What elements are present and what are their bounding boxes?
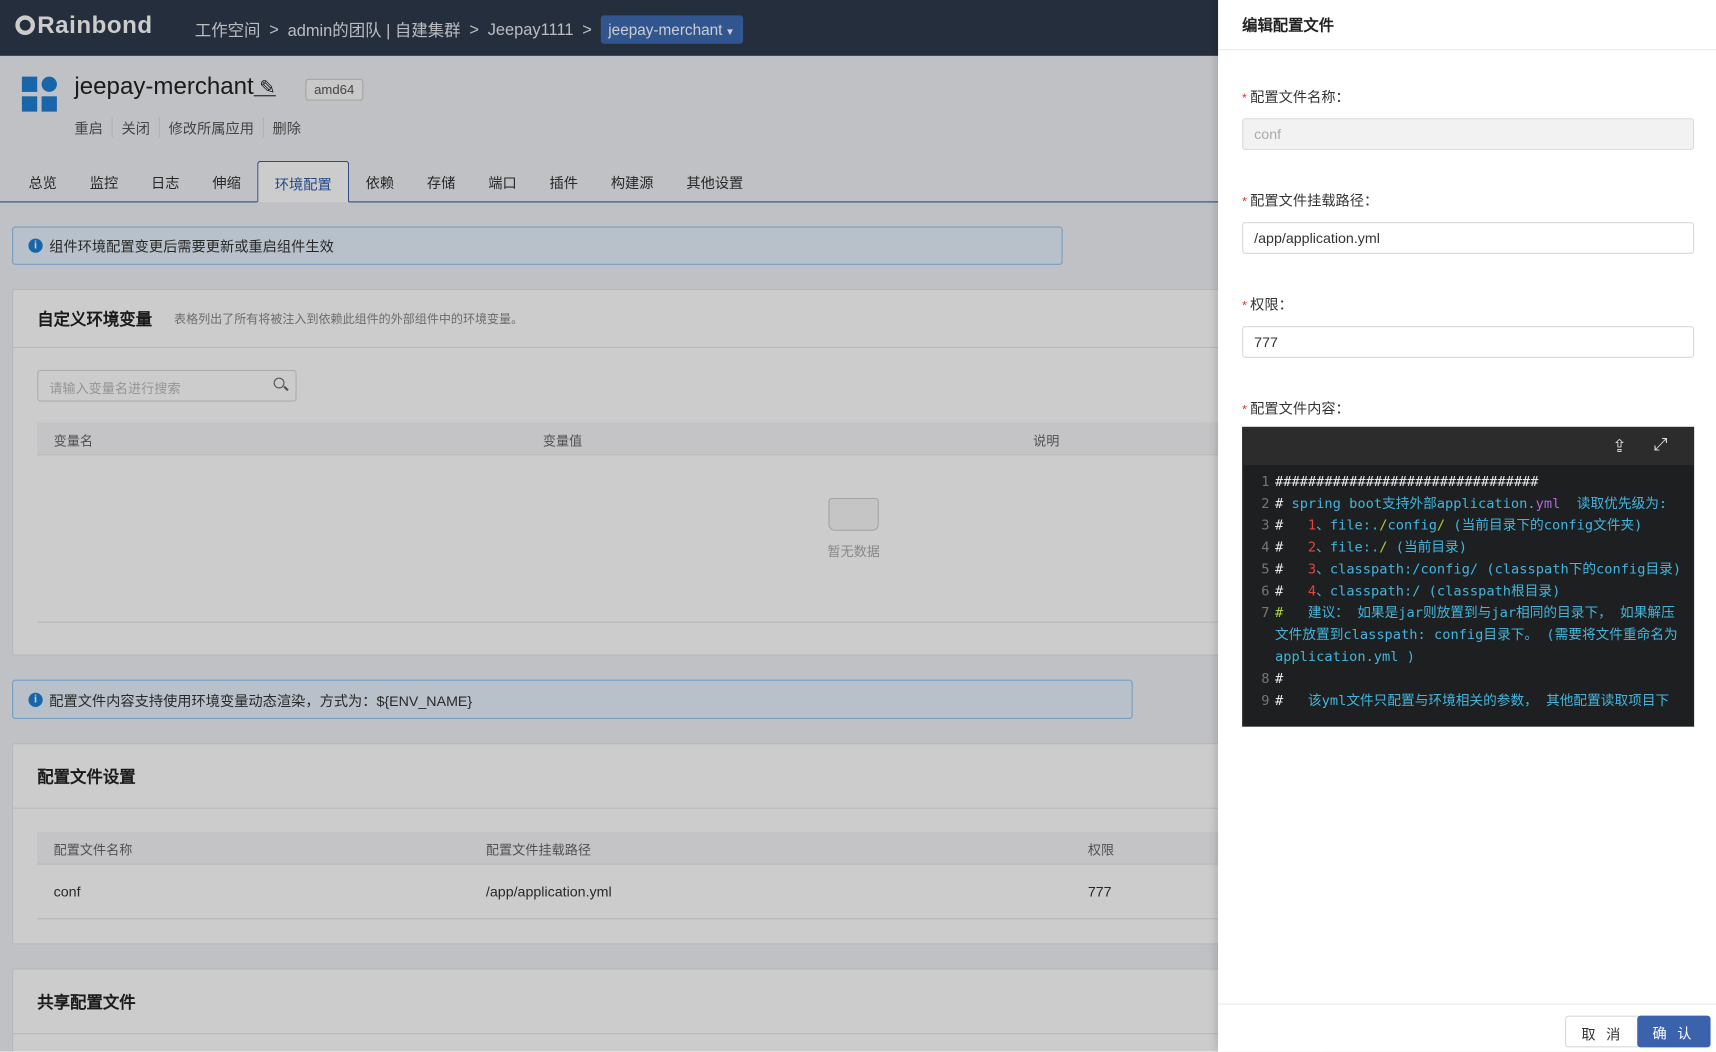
- line-number: 2: [1261, 494, 1270, 512]
- code-token: 该yml文件只配置与环境相关的参数， 其他配置读取项目下: [1307, 691, 1670, 709]
- line-number: 5: [1261, 560, 1270, 577]
- line-number: 8: [1261, 669, 1270, 687]
- line-number: 9: [1261, 691, 1270, 709]
- mount-path-input[interactable]: /app/application.yml: [1242, 222, 1695, 254]
- code-token: #: [1274, 604, 1308, 621]
- code-token: #: [1274, 538, 1308, 555]
- code-content[interactable]: 1 ################################ 2 # spri…: [1242, 465, 1694, 711]
- line-text: # spring boot支持外部application.yml 读取优先级为:: [1275, 492, 1694, 514]
- code-token: /: [1436, 516, 1446, 533]
- upload-icon[interactable]: ⇪: [1612, 436, 1627, 458]
- code-token: 读取优先级为:: [1560, 494, 1668, 512]
- line-text: # 4、classpath:/ (classpath根目录): [1275, 580, 1694, 602]
- line-text: # 建议： 如果是jar则放置到与jar相同的目录下， 如果解压文件放置到cla…: [1275, 602, 1694, 668]
- code-token: 、file:.: [1316, 516, 1380, 533]
- code-token: 3: [1307, 560, 1317, 577]
- code-token: spring boot支持外部application.: [1291, 494, 1536, 512]
- code-line: 1 ################################: [1242, 471, 1694, 493]
- drawer-title: 编辑配置文件: [1218, 0, 1716, 51]
- code-editor[interactable]: ⇪ ⤢ 1 ################################ 2 # …: [1242, 426, 1695, 727]
- code-token: #: [1274, 560, 1308, 577]
- line-number: 6: [1261, 582, 1270, 599]
- code-line: 6 # 4、classpath:/ (classpath根目录): [1242, 580, 1694, 602]
- drawer-footer: 取 消 确 认: [1218, 1003, 1716, 1052]
- code-token: 1: [1307, 516, 1317, 533]
- code-token: #: [1274, 516, 1308, 533]
- code-line: 7 # 建议： 如果是jar则放置到与jar相同的目录下， 如果解压文件放置到cl…: [1242, 602, 1694, 668]
- code-token: 4: [1307, 582, 1317, 599]
- config-name-input[interactable]: conf: [1242, 118, 1695, 150]
- code-line: 4 # 2、file:./ (当前目录): [1242, 536, 1694, 558]
- fullscreen-icon[interactable]: ⤢: [1654, 436, 1668, 456]
- code-token: /: [1379, 538, 1388, 555]
- code-token: #: [1274, 691, 1308, 709]
- code-token: ################################: [1274, 472, 1539, 490]
- code-token: 建议： 如果是jar则放置到与jar相同的目录下， 如果解压文件放置到class…: [1274, 604, 1686, 665]
- code-token: 2: [1307, 538, 1317, 555]
- line-text: # 该yml文件只配置与环境相关的参数， 其他配置读取项目下: [1275, 689, 1694, 711]
- line-number: 1: [1261, 472, 1270, 490]
- code-token: /: [1379, 516, 1388, 533]
- line-number: 3: [1261, 516, 1270, 533]
- code-line: 2 # spring boot支持外部application.yml 读取优先级为…: [1242, 492, 1694, 514]
- cancel-button[interactable]: 取 消: [1564, 1015, 1641, 1048]
- line-number: 4: [1261, 538, 1270, 555]
- line-text: # 1、file:./config/ (当前目录下的config文件夹): [1275, 514, 1694, 536]
- code-line: 9 # 该yml文件只配置与环境相关的参数， 其他配置读取项目下: [1242, 689, 1694, 711]
- permission-label: 权限：: [1242, 293, 1293, 314]
- code-token: (当前目录): [1387, 538, 1467, 555]
- line-text: # 3、classpath:/config/ (classpath下的confi…: [1275, 558, 1694, 580]
- modal-mask[interactable]: [0, 0, 1219, 1052]
- line-number: 7: [1261, 604, 1270, 621]
- editor-toolbar: ⇪ ⤢: [1242, 426, 1695, 466]
- line-text: #: [1275, 668, 1694, 690]
- permission-input[interactable]: 777: [1242, 326, 1695, 358]
- code-line: 8 #: [1242, 668, 1694, 690]
- confirm-button[interactable]: 确 认: [1637, 1015, 1711, 1048]
- name-label: 配置文件名称：: [1242, 85, 1350, 106]
- code-token: config: [1387, 516, 1437, 533]
- code-token: #: [1274, 494, 1292, 512]
- edit-config-drawer: 编辑配置文件 配置文件名称： conf 配置文件挂载路径： /app/appli…: [1218, 0, 1716, 1052]
- code-token: yml: [1535, 494, 1561, 512]
- code-token: (当前目录下的config文件夹): [1445, 516, 1643, 533]
- path-label: 配置文件挂载路径：: [1242, 189, 1378, 210]
- line-text: # 2、file:./ (当前目录): [1275, 536, 1694, 558]
- code-token: #: [1274, 582, 1308, 599]
- code-token: #: [1274, 669, 1284, 687]
- code-token: 、file:.: [1316, 538, 1380, 555]
- code-line: 3 # 1、file:./config/ (当前目录下的config文件夹): [1242, 514, 1694, 536]
- line-text: ################################: [1275, 471, 1694, 493]
- code-token: 、classpath:/config/ (classpath下的config目录…: [1316, 560, 1682, 577]
- code-line: 5 # 3、classpath:/config/ (classpath下的conf…: [1242, 558, 1694, 580]
- code-token: 、classpath:/ (classpath根目录): [1316, 582, 1561, 599]
- content-label: 配置文件内容：: [1242, 397, 1350, 418]
